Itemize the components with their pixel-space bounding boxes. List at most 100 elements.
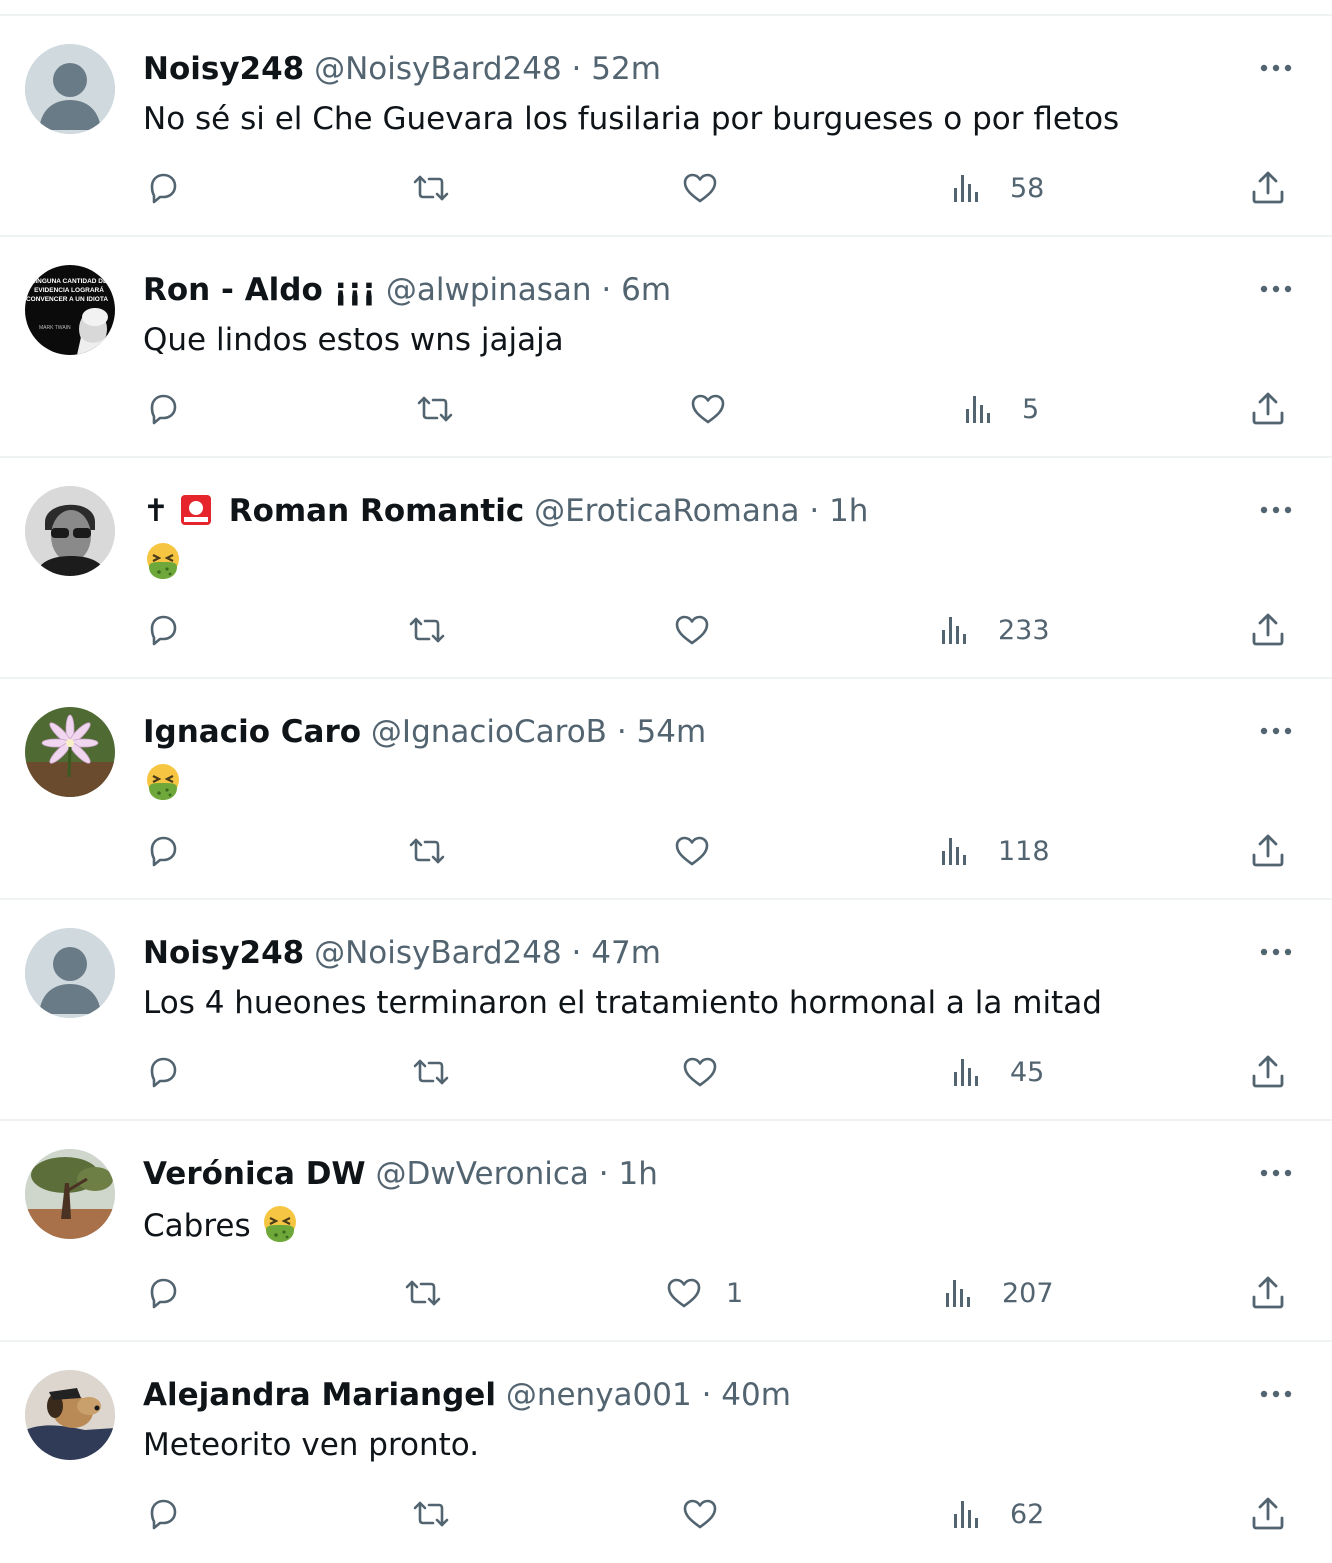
avatar[interactable]	[25, 1149, 115, 1239]
nauseated-face-emoji	[260, 1204, 300, 1254]
views-button[interactable]: 233	[936, 608, 1050, 652]
views-button[interactable]: 207	[940, 1271, 1054, 1315]
timestamp[interactable]: 47m	[591, 935, 661, 971]
like-button[interactable]	[688, 387, 750, 431]
reply-button[interactable]	[143, 1271, 183, 1315]
display-name[interactable]: Ignacio Caro	[143, 714, 361, 750]
reply-icon	[150, 836, 177, 867]
heart-icon	[667, 1278, 701, 1308]
reply-button[interactable]	[143, 829, 183, 873]
tweet[interactable]: Alejandra Mariangel @nenya001 · 40m Mete…	[0, 1342, 1332, 1563]
views-button[interactable]: 118	[936, 829, 1050, 873]
views-button[interactable]: 45	[948, 1050, 1044, 1094]
view-count: 233	[998, 614, 1050, 646]
display-name[interactable]: Noisy248	[143, 51, 304, 87]
timestamp[interactable]: 1h	[619, 1156, 658, 1192]
avatar[interactable]	[25, 486, 115, 576]
heart-icon	[683, 1499, 717, 1529]
tweet[interactable]: Noisy248 @NoisyBard248 · 52m No sé si el…	[0, 16, 1332, 237]
reply-button[interactable]	[143, 166, 183, 210]
more-button[interactable]	[1256, 940, 1296, 964]
retweet-button[interactable]	[403, 1271, 443, 1315]
user-handle[interactable]: @NoisyBard248	[314, 51, 562, 87]
separator: ·	[701, 1377, 712, 1413]
like-button[interactable]	[672, 608, 734, 652]
views-button[interactable]: 62	[948, 1492, 1044, 1536]
more-button[interactable]	[1256, 56, 1296, 80]
timestamp[interactable]: 54m	[637, 714, 707, 750]
user-handle[interactable]: @EroticaRomana	[534, 493, 799, 529]
share-button[interactable]	[1248, 166, 1288, 210]
avatar[interactable]	[25, 1370, 115, 1460]
views-button[interactable]: 58	[948, 166, 1044, 210]
user-handle[interactable]: @DwVeronica	[375, 1156, 588, 1192]
views-button[interactable]: 5	[960, 387, 1039, 431]
timestamp[interactable]: 6m	[621, 272, 671, 308]
tweet[interactable]: ✝ Roman Romantic @EroticaRomana · 1h 233	[0, 458, 1332, 679]
view-count: 5	[1022, 393, 1040, 425]
like-button[interactable]	[680, 1050, 742, 1094]
avatar[interactable]: NINGUNA CANTIDAD DE EVIDENCIA LOGRARÁ CO…	[25, 265, 115, 355]
retweet-button[interactable]	[415, 387, 455, 431]
more-button[interactable]	[1256, 719, 1296, 743]
share-button[interactable]	[1248, 387, 1288, 431]
flower-photo-avatar-icon	[25, 707, 115, 797]
retweet-icon	[409, 617, 445, 643]
reply-button[interactable]	[143, 1050, 183, 1094]
tweet[interactable]: Ignacio Caro @IgnacioCaroB · 54m 118	[0, 679, 1332, 900]
like-button[interactable]	[680, 166, 742, 210]
reply-icon	[150, 615, 177, 646]
display-name[interactable]: Roman Romantic	[229, 493, 525, 529]
heart-icon	[683, 1057, 717, 1087]
retweet-button[interactable]	[407, 608, 447, 652]
tweet[interactable]: Verónica DW @DwVeronica · 1h Cabres 1 20…	[0, 1121, 1332, 1342]
default-avatar-icon	[25, 44, 115, 134]
retweet-button[interactable]	[411, 1050, 451, 1094]
more-button[interactable]	[1256, 1161, 1296, 1185]
display-name[interactable]: Noisy248	[143, 935, 304, 971]
retweet-button[interactable]	[407, 829, 447, 873]
timestamp[interactable]: 40m	[721, 1377, 791, 1413]
share-button[interactable]	[1248, 1050, 1288, 1094]
retweet-icon	[413, 1059, 449, 1085]
like-button[interactable]	[680, 1492, 742, 1536]
more-button[interactable]	[1256, 1382, 1296, 1406]
more-button[interactable]	[1256, 277, 1296, 301]
user-handle[interactable]: @IgnacioCaroB	[371, 714, 607, 750]
user-handle[interactable]: @alwpinasan	[386, 272, 592, 308]
action-bar: 58	[0, 166, 1332, 210]
avatar[interactable]	[25, 928, 115, 1018]
sunglasses-portrait-avatar-icon	[25, 486, 115, 576]
retweet-button[interactable]	[411, 1492, 451, 1536]
share-icon	[1252, 1497, 1284, 1530]
avatar[interactable]	[25, 707, 115, 797]
display-name[interactable]: Alejandra Mariangel	[143, 1377, 496, 1413]
retweet-button[interactable]	[411, 166, 451, 210]
share-button[interactable]	[1248, 1271, 1288, 1315]
timestamp[interactable]: 52m	[591, 51, 661, 87]
user-handle[interactable]: @NoisyBard248	[314, 935, 562, 971]
more-button[interactable]	[1256, 498, 1296, 522]
tweet[interactable]: NINGUNA CANTIDAD DE EVIDENCIA LOGRARÁ CO…	[0, 237, 1332, 458]
avatar[interactable]	[25, 44, 115, 134]
separator: ·	[571, 935, 582, 971]
display-name[interactable]: Ron - Aldo ¡¡¡	[143, 272, 376, 308]
reply-feed: Noisy248 @NoisyBard248 · 52m No sé si el…	[0, 0, 1332, 1563]
share-button[interactable]	[1248, 829, 1288, 873]
share-icon	[1252, 613, 1284, 646]
share-button[interactable]	[1248, 608, 1288, 652]
like-button[interactable]	[672, 829, 734, 873]
more-icon	[1260, 727, 1292, 735]
user-handle[interactable]: @nenya001	[506, 1377, 692, 1413]
display-name[interactable]: Verónica DW	[143, 1156, 366, 1192]
tweet[interactable]: Noisy248 @NoisyBard248 · 47m Los 4 hueon…	[0, 900, 1332, 1121]
share-button[interactable]	[1248, 1492, 1288, 1536]
like-button[interactable]: 1	[664, 1271, 743, 1315]
action-bar: 118	[0, 829, 1332, 873]
reply-button[interactable]	[143, 1492, 183, 1536]
more-icon	[1260, 506, 1292, 514]
timestamp[interactable]: 1h	[829, 493, 868, 529]
name-prefix-cross: ✝	[143, 493, 169, 529]
reply-button[interactable]	[143, 387, 183, 431]
reply-button[interactable]	[143, 608, 183, 652]
